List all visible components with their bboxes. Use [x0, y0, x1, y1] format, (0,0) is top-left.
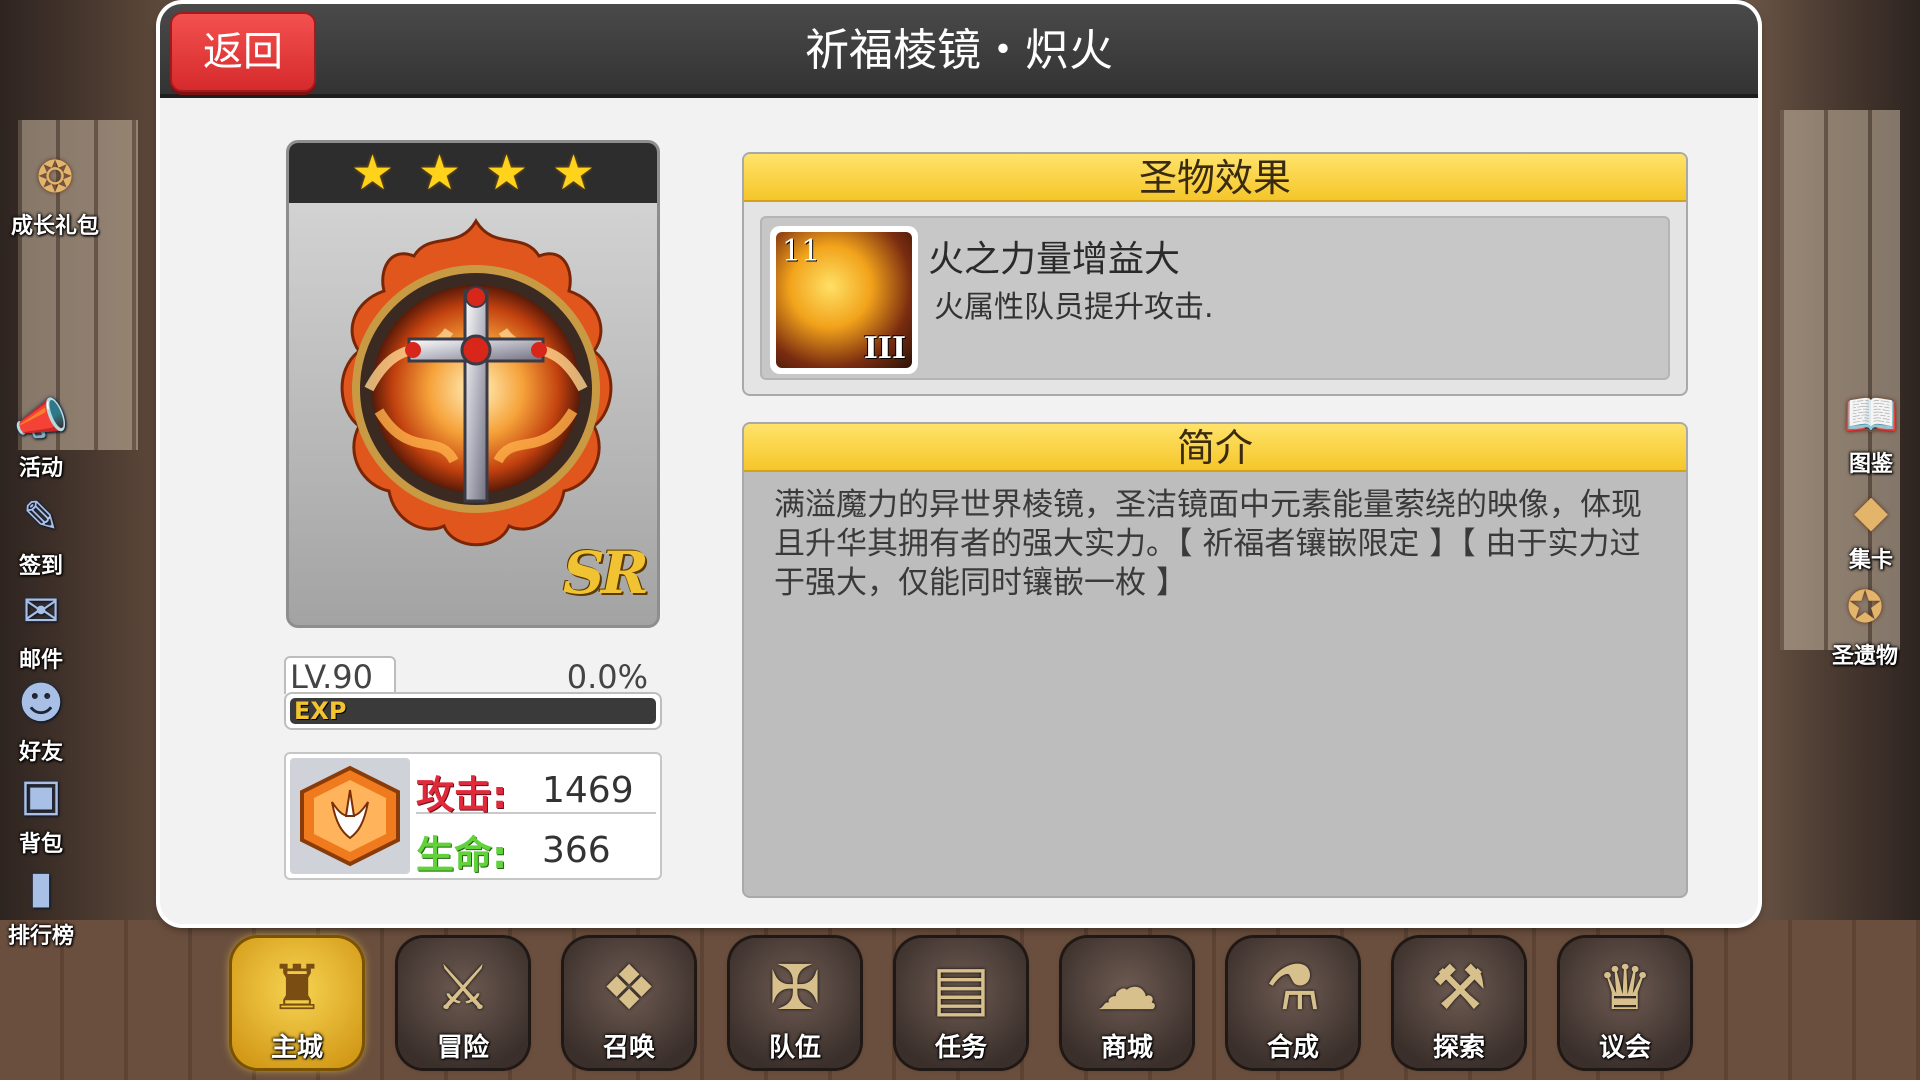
nav-main-city[interactable]: ♜ 主城 [232, 938, 362, 1068]
page-title: 祈福棱镜・炽火 [805, 25, 1113, 76]
friends-icon: ☻ [18, 678, 64, 729]
side-menu-label: 好友 [18, 740, 63, 765]
nav-label: 召唤 [602, 1033, 655, 1063]
side-menu-label: 背包 [18, 832, 63, 857]
side-menu-growth-pack[interactable]: ❂ 成长礼包 [10, 150, 100, 240]
megaphone-icon: 📣 [13, 394, 69, 445]
checkin-board-icon: ✎ [22, 492, 60, 543]
book-icon: 📖 [1843, 390, 1899, 441]
nav-label: 主城 [270, 1033, 323, 1063]
attack-label: 攻击: [416, 773, 508, 817]
gift-pack-icon: ❂ [36, 152, 74, 203]
fire-skill-icon: 11 III [776, 232, 912, 368]
stats-emblem [290, 758, 410, 874]
skill-icon-frame: 11 III [770, 226, 918, 374]
star-rating: ★ ★ ★ ★ [289, 143, 657, 203]
council-crown-icon: ♛ [1597, 951, 1653, 1024]
shovel-icon: ⚒ [1431, 951, 1487, 1024]
side-menu-label: 集卡 [1848, 548, 1893, 573]
mail-icon: ✉ [22, 586, 60, 637]
nav-synthesis[interactable]: ⚗ 合成 [1228, 938, 1358, 1068]
nav-adventure[interactable]: ⚔ 冒险 [398, 938, 528, 1068]
relic-detail-panel: 祈福棱镜・炽火 返回 ★ ★ ★ ★ SR LV.90 0.0% EXP 攻击:… [160, 4, 1758, 924]
effect-description: 火属性队员提升攻击. [934, 290, 1214, 325]
team-crest-icon: ✠ [769, 951, 821, 1024]
exp-bar: EXP [284, 692, 662, 730]
nav-label: 任务 [934, 1033, 987, 1063]
level-exp-box: LV.90 0.0% EXP [284, 656, 662, 730]
card-collection-icon: ◆ [1854, 486, 1888, 537]
backpack-icon: ▣ [20, 770, 62, 821]
side-menu-label: 成长礼包 [10, 214, 99, 239]
nav-shop[interactable]: ☁ 商城 [1062, 938, 1192, 1068]
crossed-swords-icon: ⚔ [435, 951, 491, 1024]
nav-summon[interactable]: ❖ 召唤 [564, 938, 694, 1068]
side-menu-mail[interactable]: ✉ 邮件 [0, 584, 86, 674]
effect-name: 火之力量增益大 [928, 239, 1181, 280]
nav-label: 队伍 [768, 1033, 821, 1063]
castle-icon: ♜ [269, 951, 325, 1024]
star-icon: ★ [417, 145, 461, 201]
exp-label: EXP [294, 697, 347, 725]
side-menu-label: 圣遗物 [1831, 644, 1898, 669]
side-menu-checkin[interactable]: ✎ 签到 [0, 490, 86, 580]
star-icon: ★ [485, 145, 529, 201]
side-menu-friends[interactable]: ☻ 好友 [0, 676, 86, 766]
side-menu-label: 图鉴 [1848, 452, 1893, 477]
nav-explore[interactable]: ⚒ 探索 [1394, 938, 1524, 1068]
relic-icon: ✪ [1846, 582, 1884, 633]
attack-stat-row: 攻击: 1469 [416, 758, 656, 817]
nav-label: 探索 [1432, 1033, 1485, 1063]
potion-icon: ⚗ [1265, 951, 1321, 1024]
relic-stats: 攻击: 1469 生命: 366 [284, 752, 662, 880]
star-icon: ★ [350, 145, 394, 201]
hp-stat-row: 生命: 366 [416, 818, 656, 877]
level-label: LV.90 [284, 656, 396, 696]
side-menu-backpack[interactable]: ▣ 背包 [0, 768, 86, 858]
hp-value: 366 [542, 830, 611, 871]
relic-effect-section: 圣物效果 11 III 火之力量增益大 火属性队员提升攻击. [742, 152, 1688, 396]
side-menu-label: 排行榜 [7, 924, 74, 949]
nav-label: 冒险 [436, 1033, 489, 1063]
star-icon: ★ [552, 145, 596, 201]
side-menu-card-collection[interactable]: ◆ 集卡 [1826, 484, 1916, 574]
back-button[interactable]: 返回 [170, 12, 316, 92]
skill-level-mark: 11 [782, 234, 821, 269]
nav-label: 议会 [1598, 1033, 1651, 1063]
nav-team[interactable]: ✠ 队伍 [730, 938, 860, 1068]
hp-label: 生命: [416, 833, 508, 877]
nav-council[interactable]: ♛ 议会 [1560, 938, 1690, 1068]
side-menu-ranking[interactable]: ▮ 排行榜 [0, 860, 86, 950]
side-menu-label: 活动 [18, 456, 63, 481]
section-heading: 简介 [744, 424, 1686, 472]
relic-emblem-image [340, 218, 613, 547]
skill-rank-mark: III [863, 331, 906, 366]
shop-icon: ☁ [1096, 951, 1158, 1024]
nav-quest[interactable]: ▤ 任务 [896, 938, 1026, 1068]
nav-label: 商城 [1100, 1033, 1153, 1063]
effect-entry[interactable]: 11 III 火之力量增益大 火属性队员提升攻击. [760, 216, 1670, 380]
side-menu-codex[interactable]: 📖 图鉴 [1826, 388, 1916, 478]
attack-value: 1469 [542, 770, 634, 811]
side-menu-activity[interactable]: 📣 活动 [0, 392, 86, 482]
relic-card: ★ ★ ★ ★ SR [286, 140, 660, 628]
relic-intro-section: 简介 满溢魔力的异世界棱镜，圣洁镜面中元素能量萦绕的映像，体现且升华其拥有者的强… [742, 422, 1688, 898]
quest-book-icon: ▤ [931, 951, 991, 1024]
side-menu-label: 签到 [18, 554, 63, 579]
section-heading: 圣物效果 [744, 154, 1686, 202]
nav-label: 合成 [1266, 1033, 1319, 1063]
intro-text: 满溢魔力的异世界棱镜，圣洁镜面中元素能量萦绕的映像，体现且升华其拥有者的强大实力… [774, 487, 1642, 601]
summon-card-icon: ❖ [601, 951, 657, 1024]
claw-crest-icon [300, 765, 400, 867]
exp-percent: 0.0% [566, 658, 648, 696]
exp-track: EXP [290, 697, 656, 725]
side-menu-label: 邮件 [18, 648, 63, 673]
side-menu-relics[interactable]: ✪ 圣遗物 [1820, 580, 1910, 670]
rarity-badge: SR [562, 539, 649, 607]
ranking-icon: ▮ [28, 862, 54, 913]
